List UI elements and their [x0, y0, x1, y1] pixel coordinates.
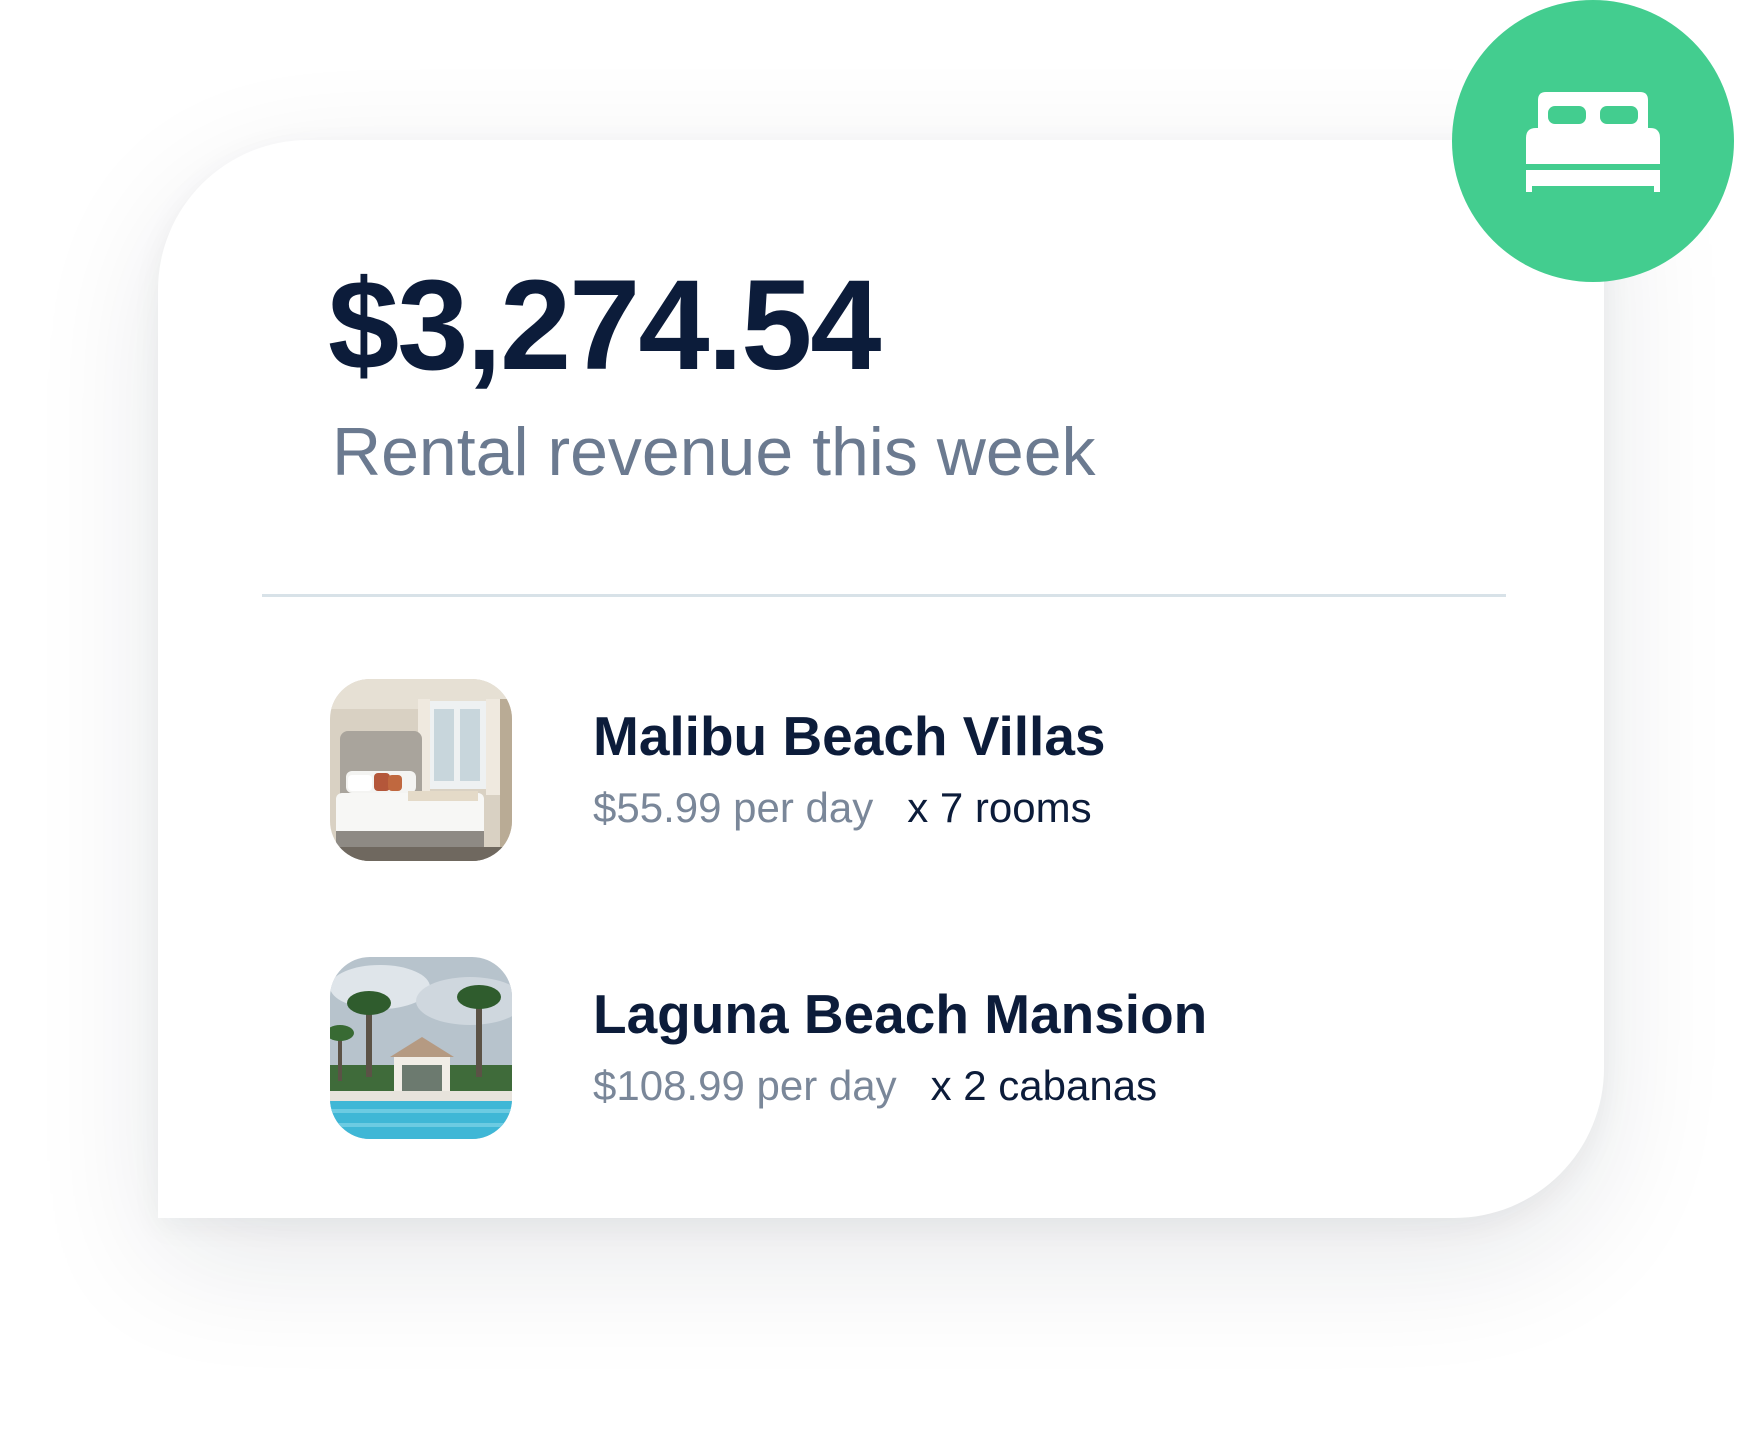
- rental-name: Malibu Beach Villas: [593, 705, 1106, 767]
- revenue-amount: $3,274.54: [328, 254, 881, 397]
- revenue-label: Rental revenue this week: [332, 414, 1096, 490]
- rental-rate: $55.99 per day x 7 rooms: [593, 787, 1092, 829]
- revenue-widget: $3,274.54 Rental revenue this week Malib…: [0, 0, 1754, 1430]
- bedroom-photo: [330, 679, 512, 861]
- rental-name: Laguna Beach Mansion: [593, 983, 1208, 1045]
- rental-item-malibu[interactable]: Malibu Beach Villas $55.99 per day x 7 ro…: [330, 679, 1450, 861]
- rental-rate: $108.99 per day x 2 cabanas: [593, 1065, 1157, 1107]
- divider: [262, 594, 1506, 597]
- rental-item-laguna[interactable]: Laguna Beach Mansion $108.99 per day x 2 …: [330, 957, 1450, 1139]
- pool-cabana-photo: [330, 957, 512, 1139]
- rental-price: $55.99 per day: [593, 784, 874, 831]
- rental-quantity: x 7 rooms: [907, 784, 1092, 831]
- bed-icon: [1526, 92, 1660, 192]
- rental-quantity: x 2 cabanas: [930, 1062, 1158, 1109]
- bed-badge: [1452, 0, 1734, 282]
- rental-price: $108.99 per day: [593, 1062, 897, 1109]
